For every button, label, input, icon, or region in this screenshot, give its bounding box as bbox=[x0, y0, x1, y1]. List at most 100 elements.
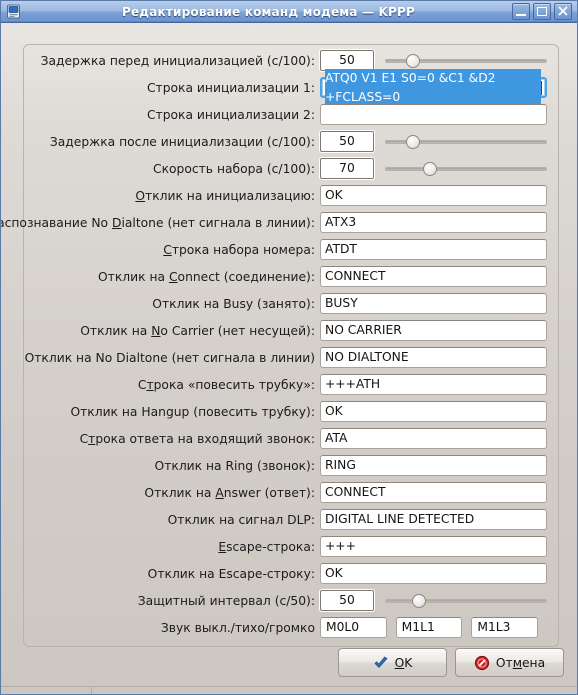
label-pre-init-delay: Задержка перед инициализацией (с/100): bbox=[41, 54, 315, 68]
minimize-button[interactable] bbox=[512, 3, 530, 20]
slider-handle[interactable] bbox=[423, 162, 437, 176]
status-line bbox=[1, 686, 577, 695]
input-no-dialtone-response[interactable]: NO DIALTONE bbox=[320, 347, 547, 368]
label-dial-string: Строка набора номера: bbox=[163, 243, 315, 257]
dialog-body: Задержка перед инициализацией (с/100): 50… bbox=[1, 23, 577, 695]
volume-field-1[interactable]: M0L0 bbox=[320, 617, 387, 638]
row-volume: Звук выкл./тихо/громко M0L0 M1L1 M1L3 bbox=[23, 614, 557, 641]
label-busy-response: Отклик на Busy (занято): bbox=[152, 297, 315, 311]
close-icon[interactable] bbox=[554, 3, 572, 20]
label-text: Отклик на bbox=[144, 486, 215, 500]
input-init-response[interactable]: OK bbox=[320, 185, 547, 206]
label-text-tail: o Carrier (нет несущей): bbox=[160, 324, 315, 338]
field-ring-response: RING bbox=[320, 455, 547, 476]
cancel-icon bbox=[474, 655, 490, 671]
titlebar[interactable]: Редактирование команд модема — KPPP bbox=[1, 1, 577, 23]
field-answer-response: CONNECT bbox=[320, 482, 547, 503]
input-no-dialtone-detection[interactable]: ATX3 bbox=[320, 212, 547, 233]
row-busy-response: Отклик на Busy (занято): BUSY bbox=[23, 290, 557, 317]
row-init-string-2: Строка инициализации 2: bbox=[23, 101, 557, 128]
label-hangup-string: Строка «повесить трубку»: bbox=[138, 378, 315, 392]
spinbox-dial-speed[interactable]: 70 bbox=[320, 158, 374, 179]
input-no-carrier-response[interactable]: NO CARRIER bbox=[320, 320, 547, 341]
label-text: Распознавание No bbox=[0, 216, 112, 230]
slider-groove bbox=[385, 167, 547, 171]
field-guard-interval: 50 bbox=[320, 590, 547, 611]
row-no-dialtone-response: Отклик на No Dialtone (нет сигнала в лин… bbox=[23, 344, 557, 371]
label-text-tail: рока «повесить трубку»: bbox=[154, 378, 315, 392]
dialog-button-bar: OK Отмена bbox=[338, 648, 564, 677]
row-dial-speed: Скорость набора (с/100):70 bbox=[23, 155, 557, 182]
label-text: Отклик на No Dialtone (нет сигнала в лин… bbox=[25, 351, 315, 365]
label-text-tail: scape-строка: bbox=[226, 540, 315, 554]
label-text: Строка инициализации 1: bbox=[147, 81, 315, 95]
row-no-dialtone-detection: Распознавание No Dialtone (нет сигнала в… bbox=[23, 209, 557, 236]
spinbox-guard-interval[interactable]: 50 bbox=[320, 590, 374, 611]
row-connect-response: Отклик на Connect (соединение):CONNECT bbox=[23, 263, 557, 290]
window-controls bbox=[512, 3, 572, 20]
field-init-string-2 bbox=[320, 104, 547, 125]
label-init-string-2: Строка инициализации 2: bbox=[147, 108, 315, 122]
slider-dial-speed[interactable] bbox=[385, 158, 547, 179]
label-accelerator: т bbox=[88, 432, 95, 446]
volume-field-3[interactable]: M1L3 bbox=[471, 617, 538, 638]
ok-button[interactable]: OK bbox=[338, 648, 447, 677]
field-answer-string: ATA bbox=[320, 428, 547, 449]
slider-handle[interactable] bbox=[406, 54, 420, 68]
input-escape-string[interactable]: +++ bbox=[320, 536, 547, 557]
cancel-button[interactable]: Отмена bbox=[455, 648, 564, 677]
field-post-init-delay: 50 bbox=[320, 131, 547, 152]
label-accelerator: С bbox=[163, 243, 172, 257]
label-text: Задержка после инициализации (с/100): bbox=[50, 135, 315, 149]
spinbox-post-init-delay[interactable]: 50 bbox=[320, 131, 374, 152]
cancel-button-label: Отмена bbox=[496, 656, 545, 670]
label-volume: Звук выкл./тихо/громко bbox=[161, 621, 315, 635]
window-title: Редактирование команд модема — KPPP bbox=[25, 5, 512, 19]
slider-guard-interval[interactable] bbox=[385, 590, 547, 611]
input-escape-response[interactable]: OK bbox=[320, 563, 547, 584]
input-hangup-response[interactable]: OK bbox=[320, 401, 547, 422]
maximize-button[interactable] bbox=[533, 3, 551, 20]
label-accelerator: E bbox=[218, 540, 226, 554]
input-connect-response[interactable]: CONNECT bbox=[320, 266, 547, 287]
input-busy-response[interactable]: BUSY bbox=[320, 293, 547, 314]
checkmark-icon bbox=[373, 655, 389, 671]
label-text: С bbox=[138, 378, 147, 392]
label-text: Отклик на bbox=[98, 270, 169, 284]
label-text-tail: тклик на инициализацию: bbox=[145, 189, 315, 203]
row-escape-string: Escape-строка: +++ bbox=[23, 533, 557, 560]
input-answer-response[interactable]: CONNECT bbox=[320, 482, 547, 503]
slider-handle[interactable] bbox=[412, 594, 426, 608]
field-no-carrier-response: NO CARRIER bbox=[320, 320, 547, 341]
row-hangup-string: Строка «повесить трубку»: +++ATH bbox=[23, 371, 557, 398]
slider-handle[interactable] bbox=[406, 135, 420, 149]
volume-field-2[interactable]: M1L1 bbox=[396, 617, 463, 638]
label-text: Отклик на Hangup (повесить трубку): bbox=[70, 405, 315, 419]
input-init-string-1[interactable]: ATQ0 V1 E1 S0=0 &C1 &D2 +FCLASS=0 bbox=[320, 77, 547, 98]
label-text: Отклик на Ring (звонок): bbox=[155, 459, 315, 473]
label-text-tail: трока набора номера: bbox=[172, 243, 315, 257]
input-init-string-2[interactable] bbox=[320, 104, 547, 125]
field-hangup-string: +++ATH bbox=[320, 374, 547, 395]
input-ring-response[interactable]: RING bbox=[320, 455, 547, 476]
field-no-dialtone-response: NO DIALTONE bbox=[320, 347, 547, 368]
row-hangup-response: Отклик на Hangup (повесить трубку): OK bbox=[23, 398, 557, 425]
field-init-response: OK bbox=[320, 185, 547, 206]
label-text: С bbox=[80, 432, 89, 446]
slider-groove bbox=[385, 599, 547, 603]
label-text-tail: onnect (соединение): bbox=[178, 270, 315, 284]
input-answer-string[interactable]: ATA bbox=[320, 428, 547, 449]
label-text-tail: рока ответа на входящий звонок: bbox=[95, 432, 315, 446]
label-text-tail: nswer (ответ): bbox=[224, 486, 315, 500]
input-dial-string[interactable]: ATDT bbox=[320, 239, 547, 260]
label-escape-response: Отклик на Escape-строку: bbox=[148, 567, 315, 581]
label-accelerator: О bbox=[135, 189, 145, 203]
slider-post-init-delay[interactable] bbox=[385, 131, 547, 152]
input-hangup-string[interactable]: +++ATH bbox=[320, 374, 547, 395]
field-escape-response: OK bbox=[320, 563, 547, 584]
label-answer-response: Отклик на Answer (ответ): bbox=[144, 486, 315, 500]
label-accelerator: N bbox=[151, 324, 160, 338]
input-dlp-response[interactable]: DIGITAL LINE DETECTED bbox=[320, 509, 547, 530]
label-text: Отклик на сигнал DLP: bbox=[168, 513, 315, 527]
label-dlp-response: Отклик на сигнал DLP: bbox=[168, 513, 315, 527]
